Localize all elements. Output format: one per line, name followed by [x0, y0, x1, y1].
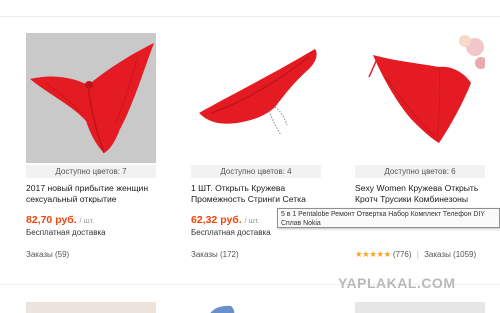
lingerie-image-3: [368, 35, 485, 143]
lingerie-image-1: [30, 43, 154, 154]
next-row-image-3[interactable]: [355, 302, 485, 313]
available-colors: Доступно цветов: 7: [26, 165, 156, 178]
product-image[interactable]: [191, 33, 321, 163]
rating-stars-icon: ★★★★★: [355, 249, 391, 259]
price-row: 82,70 руб. / шт.: [26, 214, 158, 227]
product-card-1[interactable]: Доступно цветов: 7 2017 новый прибытие ж…: [26, 33, 158, 260]
price-unit: / шт.: [244, 216, 260, 225]
orders-count[interactable]: Заказы (1059): [424, 250, 476, 259]
product-title[interactable]: Sexy Women Кружева Открыть Кротч Трусики…: [355, 183, 487, 205]
price: 62,32 руб.: [191, 214, 242, 226]
price-unit: / шт.: [79, 216, 95, 225]
free-shipping: Бесплатная доставка: [26, 228, 106, 237]
free-shipping: Бесплатная доставка: [191, 228, 271, 237]
orders-count[interactable]: Заказы (59): [26, 250, 158, 260]
rating-and-orders: ★★★★★ (776) | Заказы (1059): [355, 249, 487, 260]
price: 82,70 руб.: [26, 214, 77, 226]
available-colors: Доступно цветов: 4: [191, 165, 321, 178]
shipping-hidden: [355, 227, 487, 237]
top-divider: [0, 16, 500, 17]
available-colors: Доступно цветов: 6: [355, 165, 485, 178]
separator: |: [416, 250, 419, 259]
rating-count[interactable]: (776): [393, 250, 412, 259]
lingerie-image-2: [199, 49, 317, 136]
tooltip: 5 в 1 Pentalobe Ремонт Отвертка Набор Ко…: [277, 208, 500, 228]
watermark-logo: YAPLAKAL.COM: [338, 275, 456, 291]
product-image[interactable]: [355, 33, 485, 163]
next-row-image-1[interactable]: [26, 302, 156, 313]
product-title[interactable]: 2017 новый прибытие женщин сексуальный о…: [26, 183, 158, 205]
next-row-product-icon: [210, 305, 235, 313]
product-title[interactable]: 1 ШТ. Открыть Кружева Промежность Стринг…: [191, 183, 323, 205]
next-row-image-2[interactable]: [191, 302, 321, 313]
product-image[interactable]: [26, 33, 156, 163]
orders-count[interactable]: Заказы (172): [191, 250, 323, 260]
